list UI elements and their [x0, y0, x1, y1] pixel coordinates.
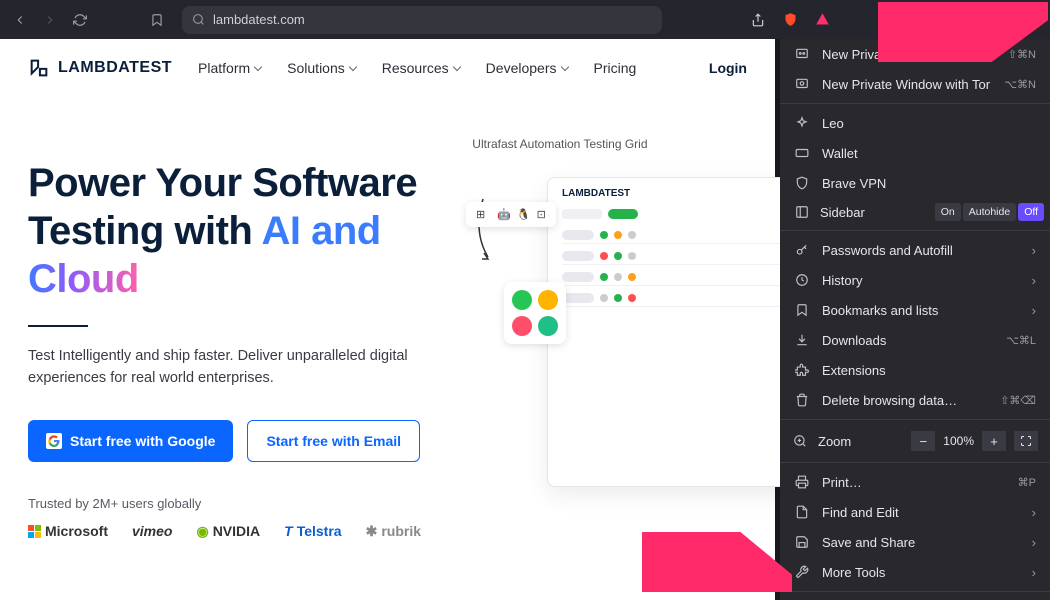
- url-text: lambdatest.com: [213, 12, 305, 27]
- key-icon: [794, 242, 810, 258]
- annotation-arrow-2: [642, 532, 792, 592]
- sidebar-icon: [794, 204, 810, 220]
- zoom-icon: [792, 433, 808, 449]
- nav-platform[interactable]: Platform: [198, 60, 261, 76]
- menu-wallet[interactable]: Wallet: [780, 138, 1050, 168]
- trash-icon: [794, 392, 810, 408]
- google-icon: [46, 433, 62, 449]
- nav-resources[interactable]: Resources: [382, 60, 460, 76]
- menu-sidebar[interactable]: Sidebar On Autohide Off: [780, 198, 1050, 226]
- brave-shield-icon[interactable]: [779, 9, 801, 31]
- share-icon[interactable]: [747, 9, 769, 31]
- partner-telstra: TTelstra: [284, 523, 341, 539]
- menu-leo[interactable]: Leo: [780, 108, 1050, 138]
- menu-more-tools[interactable]: More Tools›: [780, 557, 1050, 587]
- back-button[interactable]: [8, 8, 32, 32]
- bookmark-icon: [794, 302, 810, 318]
- forward-button[interactable]: [38, 8, 62, 32]
- sidebar-off-button[interactable]: Off: [1018, 203, 1044, 221]
- menu-save-share[interactable]: Save and Share›: [780, 527, 1050, 557]
- zoom-out-button[interactable]: −: [911, 431, 935, 451]
- menu-extensions[interactable]: Extensions: [780, 355, 1050, 385]
- url-bar[interactable]: lambdatest.com: [182, 6, 662, 34]
- menu-downloads[interactable]: Downloads⌥⌘L: [780, 325, 1050, 355]
- start-email-button[interactable]: Start free with Email: [247, 420, 420, 462]
- nav-pricing[interactable]: Pricing: [594, 60, 637, 76]
- site-info-icon: [192, 13, 205, 26]
- divider: [28, 325, 88, 327]
- reload-button[interactable]: [68, 8, 92, 32]
- grid-label: Ultrafast Automation Testing Grid: [472, 137, 747, 151]
- partner-nvidia: ◉NVIDIA: [196, 523, 260, 540]
- puzzle-icon: [794, 362, 810, 378]
- print-icon: [794, 474, 810, 490]
- tools-icon: [794, 564, 810, 580]
- menu-brave-vpn[interactable]: Brave VPN: [780, 168, 1050, 198]
- sidebar-autohide-button[interactable]: Autohide: [963, 203, 1016, 221]
- nav-solutions[interactable]: Solutions: [287, 60, 356, 76]
- site-header: LAMBDATEST Platform Solutions Resources …: [0, 39, 775, 97]
- save-icon: [794, 534, 810, 550]
- tool-icons: [504, 282, 566, 344]
- menu-help[interactable]: Help›: [780, 596, 1050, 600]
- menu-delete-browsing-data[interactable]: Delete browsing data…⇧⌘⌫: [780, 385, 1050, 415]
- fullscreen-button[interactable]: [1014, 431, 1038, 451]
- menu-print[interactable]: Print…⌘P: [780, 467, 1050, 497]
- shield-icon: [794, 175, 810, 191]
- partner-microsoft: Microsoft: [28, 523, 108, 539]
- partner-rubrik: ✱rubrik: [366, 523, 421, 540]
- menu-passwords[interactable]: Passwords and Autofill›: [780, 235, 1050, 265]
- sparkle-icon: [794, 115, 810, 131]
- hero-subtitle: Test Intelligently and ship faster. Deli…: [28, 345, 448, 390]
- browser-menu: New Private Window⇧⌘N New Private Window…: [780, 39, 1050, 600]
- brave-rewards-icon[interactable]: [811, 9, 833, 31]
- menu-bookmarks[interactable]: Bookmarks and lists›: [780, 295, 1050, 325]
- partner-vimeo: vimeo: [132, 523, 172, 539]
- menu-find-edit[interactable]: Find and Edit›: [780, 497, 1050, 527]
- hero-heading: Power Your Software Testing with AI and …: [28, 159, 462, 303]
- private-window-icon: [794, 46, 810, 62]
- partner-logos: Microsoft vimeo ◉NVIDIA TTelstra ✱rubrik: [28, 523, 462, 540]
- history-icon: [794, 272, 810, 288]
- menu-new-tor-window[interactable]: New Private Window with Tor⌥⌘N: [780, 69, 1050, 99]
- document-icon: [794, 504, 810, 520]
- tor-window-icon: [794, 76, 810, 92]
- annotation-arrow-1: [878, 2, 1048, 62]
- bookmark-icon[interactable]: [144, 7, 170, 33]
- menu-zoom: Zoom − 100% +: [780, 424, 1050, 458]
- login-link[interactable]: Login: [709, 60, 747, 76]
- os-icons: ⊞🤖🐧⊡: [466, 202, 556, 227]
- start-google-button[interactable]: Start free with Google: [28, 420, 233, 462]
- download-icon: [794, 332, 810, 348]
- zoom-value: 100%: [935, 434, 982, 448]
- trusted-text: Trusted by 2M+ users globally: [28, 496, 462, 511]
- zoom-in-button[interactable]: +: [982, 431, 1006, 451]
- menu-history[interactable]: History›: [780, 265, 1050, 295]
- sidebar-on-button[interactable]: On: [935, 203, 961, 221]
- webpage-content: LAMBDATEST Platform Solutions Resources …: [0, 39, 775, 600]
- wallet-icon: [794, 145, 810, 161]
- site-logo[interactable]: LAMBDATEST: [28, 57, 172, 79]
- nav-developers[interactable]: Developers: [486, 60, 568, 76]
